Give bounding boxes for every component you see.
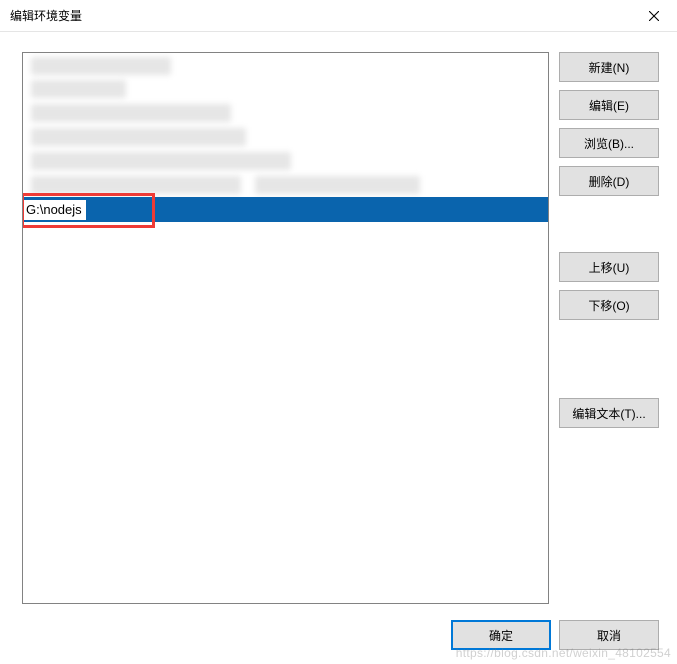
close-icon	[649, 11, 659, 21]
list-item[interactable]	[23, 125, 548, 149]
list-item[interactable]	[23, 149, 548, 173]
list-item-selected[interactable]	[23, 197, 548, 222]
ok-button[interactable]: 确定	[451, 620, 551, 650]
main-row: 新建(N) 编辑(E) 浏览(B)... 删除(D) 上移(U) 下移(O) 编…	[22, 52, 659, 604]
list-item[interactable]	[23, 53, 548, 77]
titlebar: 编辑环境变量	[0, 0, 677, 32]
dialog-title: 编辑环境变量	[10, 7, 82, 24]
list-item[interactable]	[23, 173, 548, 197]
close-button[interactable]	[631, 0, 677, 32]
move-down-button[interactable]: 下移(O)	[559, 290, 659, 320]
cancel-button[interactable]: 取消	[559, 620, 659, 650]
dialog-footer: 确定 取消	[22, 614, 659, 650]
list-item[interactable]	[23, 101, 548, 125]
dialog-content: 新建(N) 编辑(E) 浏览(B)... 删除(D) 上移(U) 下移(O) 编…	[0, 32, 677, 664]
path-edit-input[interactable]	[24, 200, 86, 220]
list-item[interactable]	[23, 77, 548, 101]
browse-button[interactable]: 浏览(B)...	[559, 128, 659, 158]
delete-button[interactable]: 删除(D)	[559, 166, 659, 196]
edit-button[interactable]: 编辑(E)	[559, 90, 659, 120]
path-list[interactable]	[22, 52, 549, 604]
move-up-button[interactable]: 上移(U)	[559, 252, 659, 282]
edit-text-button[interactable]: 编辑文本(T)...	[559, 398, 659, 428]
side-button-column: 新建(N) 编辑(E) 浏览(B)... 删除(D) 上移(U) 下移(O) 编…	[559, 52, 659, 604]
new-button[interactable]: 新建(N)	[559, 52, 659, 82]
